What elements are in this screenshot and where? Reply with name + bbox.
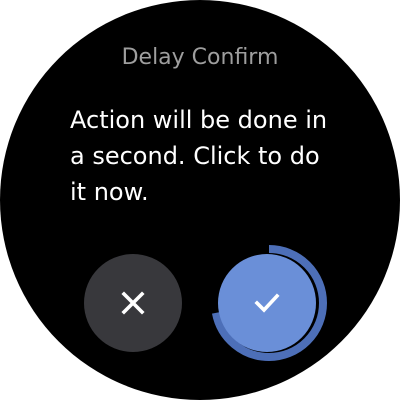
checkmark-icon <box>254 293 280 313</box>
dialog-message: Action will be done in a second. Click t… <box>70 106 328 206</box>
dialog-title: Delay Confirm <box>121 45 279 70</box>
close-icon <box>121 291 145 315</box>
watch-screen: Delay Confirm Action will be done in a s… <box>0 0 400 400</box>
confirm-button[interactable] <box>218 254 316 352</box>
cancel-button[interactable] <box>84 254 182 352</box>
